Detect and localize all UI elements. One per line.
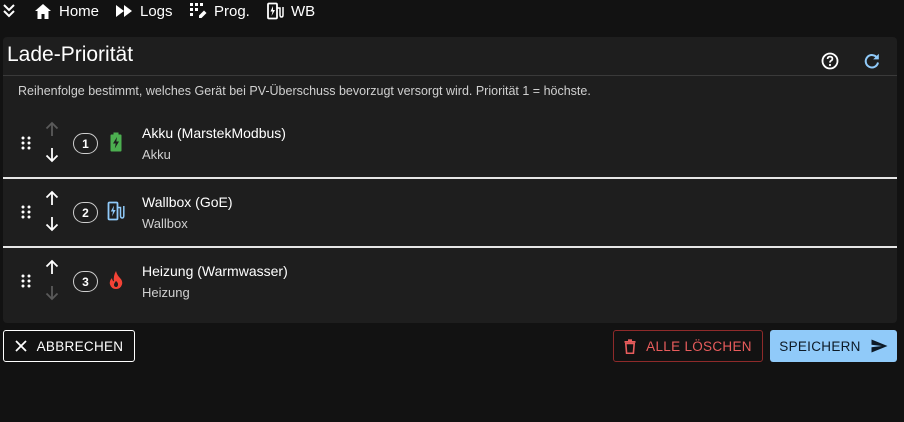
move-down-arrow-icon[interactable] (44, 216, 60, 232)
priority-badge: 3 (73, 271, 98, 292)
priority-row: 1 Akku (MarstekModbus) Akku (3, 109, 897, 177)
header-divider (3, 75, 897, 76)
nav-item-label: WB (291, 2, 316, 20)
move-up-arrow-icon[interactable] (44, 190, 60, 206)
device-name: Heizung (Warmwasser) (142, 263, 288, 279)
page-title: Lade-Priorität (7, 43, 134, 66)
nav-item-wallbox[interactable]: WB (266, 2, 315, 20)
nav-item-logs[interactable]: Logs (115, 2, 173, 20)
help-circle-icon[interactable] (820, 51, 840, 71)
device-type: Wallbox (142, 216, 188, 231)
priority-row: 3 Heizung (Warmwasser) Heizung (3, 247, 897, 315)
charge-priority-card: Lade-Priorität Reihenfolge bestimmt, wel… (3, 37, 897, 323)
close-icon (14, 340, 27, 352)
delete-all-button-label: ALLE LÖSCHEN (646, 338, 752, 354)
fire-icon (107, 270, 125, 290)
nav-item-label: Logs (140, 2, 173, 20)
cancel-button-label: ABBRECHEN (36, 338, 124, 354)
save-button[interactable]: SPEICHERN (770, 330, 897, 362)
program-icon (189, 2, 207, 20)
priority-row: 2 Wallbox (GoE) Wallbox (3, 178, 897, 246)
send-icon (871, 339, 888, 353)
device-name: Wallbox (GoE) (142, 194, 233, 210)
delete-all-button[interactable]: ALLE LÖSCHEN (613, 330, 763, 362)
move-down-arrow-icon[interactable] (44, 147, 60, 163)
nav-item-label: Home (59, 2, 100, 20)
drag-handle-icon[interactable] (20, 136, 32, 150)
chevron-double-down-icon[interactable] (2, 3, 16, 19)
move-up-arrow-icon[interactable] (44, 121, 60, 137)
ev-station-icon (107, 201, 125, 221)
nav-item-home[interactable]: Home (34, 2, 99, 20)
top-navigation: Home Logs Prog. WB (0, 0, 904, 22)
fast-forward-icon (115, 2, 133, 20)
nav-item-program[interactable]: Prog. (189, 2, 250, 20)
trash-icon (624, 338, 636, 354)
drag-handle-icon[interactable] (20, 205, 32, 219)
priority-badge: 2 (73, 202, 98, 223)
device-name: Akku (MarstekModbus) (142, 125, 286, 141)
drag-handle-icon[interactable] (20, 274, 32, 288)
ev-station-icon (266, 2, 284, 20)
cancel-button[interactable]: ABBRECHEN (3, 330, 135, 362)
refresh-icon[interactable] (862, 51, 882, 71)
move-up-arrow-icon[interactable] (44, 259, 60, 275)
priority-badge: 1 (73, 133, 98, 154)
device-type: Akku (142, 147, 171, 162)
battery-charging-icon (107, 132, 125, 152)
save-button-label: SPEICHERN (779, 338, 861, 354)
description-text: Reihenfolge bestimmt, welches Gerät bei … (18, 84, 591, 98)
nav-item-label: Prog. (214, 2, 250, 20)
move-down-arrow-icon[interactable] (44, 285, 60, 301)
device-type: Heizung (142, 285, 190, 300)
home-icon (34, 2, 52, 20)
